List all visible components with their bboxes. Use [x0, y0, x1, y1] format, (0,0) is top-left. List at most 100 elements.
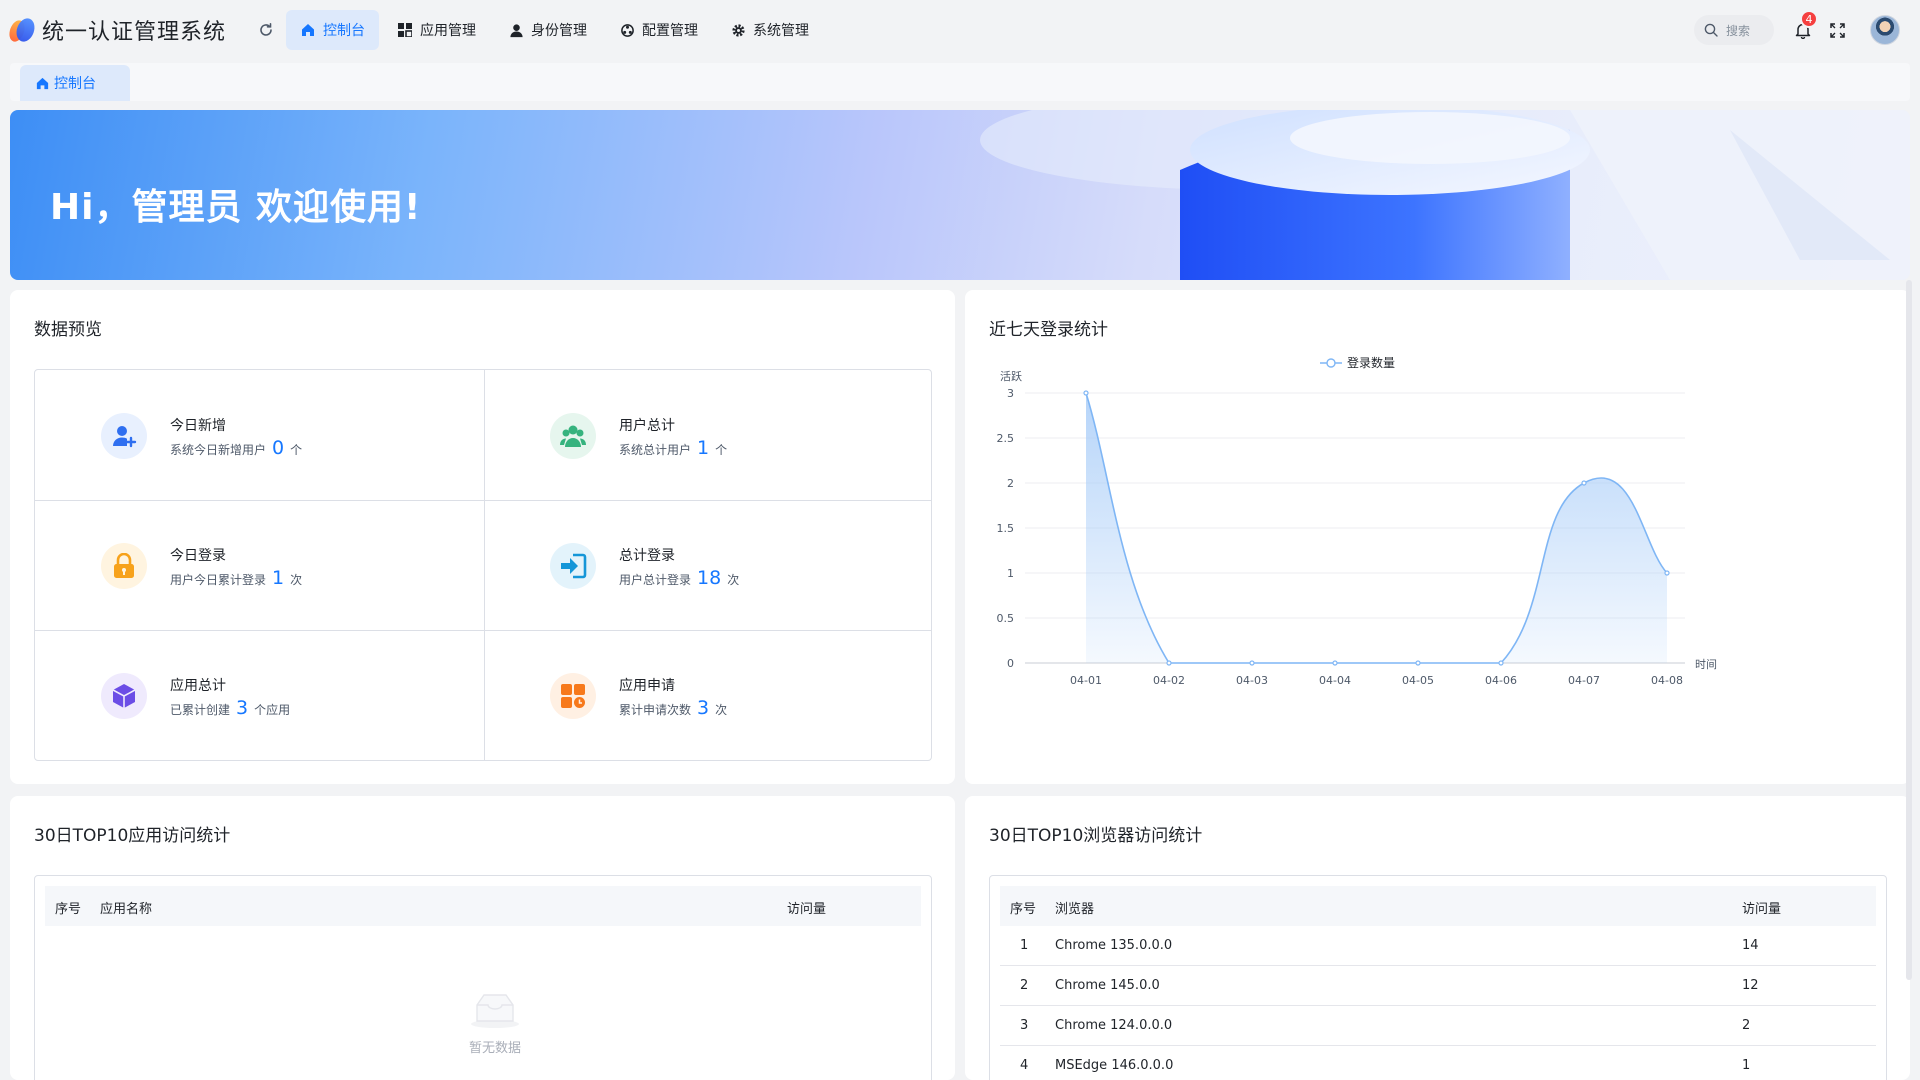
y-tick-label: 1: [1007, 567, 1014, 580]
browser-visit-table: 序号 浏览器 访问量 1 Chrome 135.0.0.0 14 2 Chrom…: [989, 875, 1887, 1080]
fullscreen-icon[interactable]: [1826, 19, 1848, 41]
stat-value: 3: [697, 697, 710, 719]
login-line-chart: 0 0.5 1 1.5 2 2.5 3 活跃时间 04-01 04-02 04-03 04-04 04-…: [997, 355, 1718, 687]
row-index: 1: [1020, 938, 1029, 953]
cube-icon: [101, 673, 147, 719]
x-tick-label: 04-02: [1153, 674, 1185, 687]
stat-total-logins: 总计登录 用户总计登录 18 次: [484, 500, 933, 630]
stat-value: 0: [272, 437, 285, 459]
tab-dashboard[interactable]: 控制台: [20, 65, 130, 101]
stat-today-logins: 今日登录 用户今日累计登录 1 次: [35, 500, 484, 630]
search-icon: [1704, 23, 1718, 37]
page-scrollbar[interactable]: [1906, 280, 1912, 980]
app-visit-card: 30日TOP10应用访问统计 序号 应用名称 访问量 暂无数据: [10, 796, 955, 1080]
y-axis-label: 活跃: [1000, 369, 1022, 383]
card-title: 30日TOP10浏览器访问统计: [989, 826, 1203, 846]
stat-desc: 用户总计登录 18 次: [619, 567, 739, 589]
column-header-browser[interactable]: 浏览器: [1055, 898, 1094, 917]
stats-grid: 今日新增 系统今日新增用户 0 个 用户总计 系统总计用户 1 个 今日登录 用户今日累…: [34, 369, 932, 761]
y-tick-label: 0: [1007, 657, 1014, 670]
stat-name: 今日登录: [170, 548, 226, 564]
x-axis-label: 时间: [1695, 658, 1717, 671]
tab-bar: 控制台: [10, 63, 1910, 101]
lock-icon: [101, 543, 147, 589]
nav-item-identity-management[interactable]: 身份管理: [494, 10, 601, 50]
nav-item-config-management[interactable]: 配置管理: [605, 10, 712, 50]
column-header-app-name[interactable]: 应用名称: [100, 898, 152, 917]
stat-desc: 用户今日累计登录 1 次: [170, 567, 302, 589]
card-title: 数据预览: [34, 320, 102, 340]
user-avatar[interactable]: [1870, 15, 1900, 45]
app-title: 统一认证管理系统: [42, 20, 227, 45]
search-input[interactable]: 搜索: [1694, 15, 1774, 45]
nav-item-system-management[interactable]: 系统管理: [716, 10, 823, 50]
stat-value: 1: [697, 437, 710, 459]
nav-item-dashboard[interactable]: 控制台: [286, 10, 380, 50]
overview-card: 数据预览 今日新增 系统今日新增用户 0 个 用户总计 系统总计用户 1 个 今日登录 …: [10, 290, 955, 784]
config-icon: [619, 22, 635, 38]
stat-desc: 系统总计用户 1 个: [619, 437, 727, 459]
data-point: [1083, 390, 1089, 396]
tab-label: 控制台: [54, 76, 96, 92]
column-header-index[interactable]: 序号: [1010, 898, 1036, 917]
table-row: 3 Chrome 124.0.0.0 2: [1000, 1006, 1876, 1046]
stat-name: 用户总计: [619, 418, 675, 434]
x-tick-label: 04-03: [1236, 674, 1268, 687]
row-browser: Chrome 135.0.0.0: [1055, 938, 1173, 953]
stat-desc: 已累计创建 3 个应用: [170, 697, 290, 719]
card-title: 30日TOP10应用访问统计: [34, 826, 231, 846]
data-point: [1332, 660, 1338, 666]
column-header-visits[interactable]: 访问量: [787, 898, 826, 917]
row-index: 2: [1020, 978, 1029, 993]
stat-today-new-users: 今日新增 系统今日新增用户 0 个: [35, 370, 484, 500]
nav-item-label: 系统管理: [753, 23, 810, 39]
row-index: 3: [1020, 1018, 1029, 1033]
legend-marker-icon: [1326, 358, 1336, 368]
empty-box-icon: [469, 991, 521, 1029]
header-tools: 搜索 4: [1694, 0, 1900, 60]
login-chart-card: 近七天登录统计 0 0.5 1 1.5 2 2.5 3 活跃 时间 04-01 04-02 04-03…: [965, 290, 1910, 784]
table-row: 1 Chrome 135.0.0.0 14: [1000, 926, 1876, 966]
logo[interactable]: 统一认证管理系统: [6, 14, 227, 46]
notification-button[interactable]: 4: [1792, 10, 1818, 41]
home-icon: [36, 77, 49, 89]
stat-unit: 次: [715, 703, 728, 717]
table-header: 序号 浏览器 访问量: [1000, 886, 1876, 926]
nav-item-app-management[interactable]: 应用管理: [383, 10, 490, 50]
stat-desc-text: 已累计创建: [170, 703, 231, 717]
y-tick-label: 2: [1007, 477, 1014, 490]
row-browser: MSEdge 146.0.0.0: [1055, 1058, 1174, 1073]
x-tick-label: 04-08: [1651, 674, 1683, 687]
nav-item-label: 控制台: [323, 23, 366, 39]
row-browser: Chrome 124.0.0.0: [1055, 1018, 1173, 1033]
welcome-greeting: Hi，管理员 欢迎使用!: [50, 187, 422, 228]
stat-desc-text: 用户总计登录: [619, 573, 692, 587]
stat-name: 今日新增: [170, 418, 226, 434]
column-header-visits[interactable]: 访问量: [1742, 898, 1781, 917]
stat-unit: 个: [715, 443, 728, 457]
user-icon: [508, 22, 524, 38]
app-visit-table: 序号 应用名称 访问量 暂无数据: [34, 875, 932, 1080]
stat-app-requests: 应用申请 累计申请次数 3 次: [484, 630, 933, 760]
data-point: [1166, 660, 1172, 666]
stat-unit: 个: [290, 443, 303, 457]
stat-name: 总计登录: [619, 548, 675, 564]
empty-text: 暂无数据: [468, 1041, 521, 1056]
x-tick-label: 04-06: [1485, 674, 1517, 687]
empty-state: 暂无数据: [435, 991, 555, 1056]
row-visits: 12: [1742, 978, 1759, 993]
welcome-banner: Hi，管理员 欢迎使用!: [10, 110, 1910, 280]
add-user-icon: [101, 413, 147, 459]
row-browser: Chrome 145.0.0: [1055, 978, 1160, 993]
gear-icon: [730, 22, 746, 38]
y-tick-label: 0.5: [997, 612, 1015, 625]
x-tick-label: 04-04: [1319, 674, 1351, 687]
stat-unit: 次: [727, 573, 740, 587]
x-tick-label: 04-05: [1402, 674, 1434, 687]
stat-value: 3: [236, 697, 249, 719]
refresh-icon[interactable]: [256, 20, 276, 40]
column-header-index[interactable]: 序号: [55, 898, 81, 917]
nav-item-label: 身份管理: [531, 23, 588, 39]
main-nav: 控制台 应用管理 身份管理 配置管理 系统管理: [286, 10, 827, 50]
stat-desc-text: 累计申请次数: [619, 703, 692, 717]
